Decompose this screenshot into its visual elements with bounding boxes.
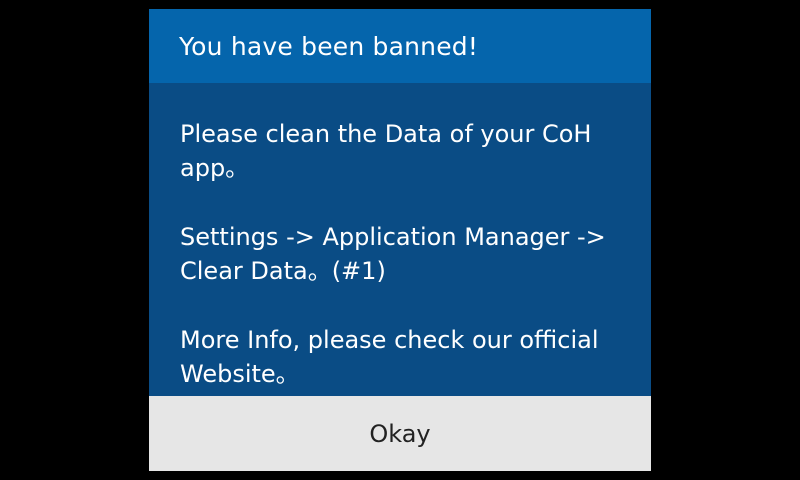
message-paragraph-more-info: More Info, please check our official Web… (180, 326, 599, 388)
message-paragraph-settings-path: Settings -> Application Manager -> Clear… (180, 223, 606, 285)
ban-dialog: You have been banned! Please clean the D… (149, 9, 651, 471)
screen: You have been banned! Please clean the D… (0, 0, 800, 480)
okay-button-label: Okay (369, 419, 431, 448)
dialog-message[interactable]: Please clean the Data of your CoH app。 S… (149, 83, 651, 396)
okay-button[interactable]: Okay (149, 396, 651, 471)
dialog-header: You have been banned! (149, 9, 651, 83)
dialog-title: You have been banned! (179, 31, 479, 61)
message-paragraph-clean-data: Please clean the Data of your CoH app。 (180, 120, 592, 182)
